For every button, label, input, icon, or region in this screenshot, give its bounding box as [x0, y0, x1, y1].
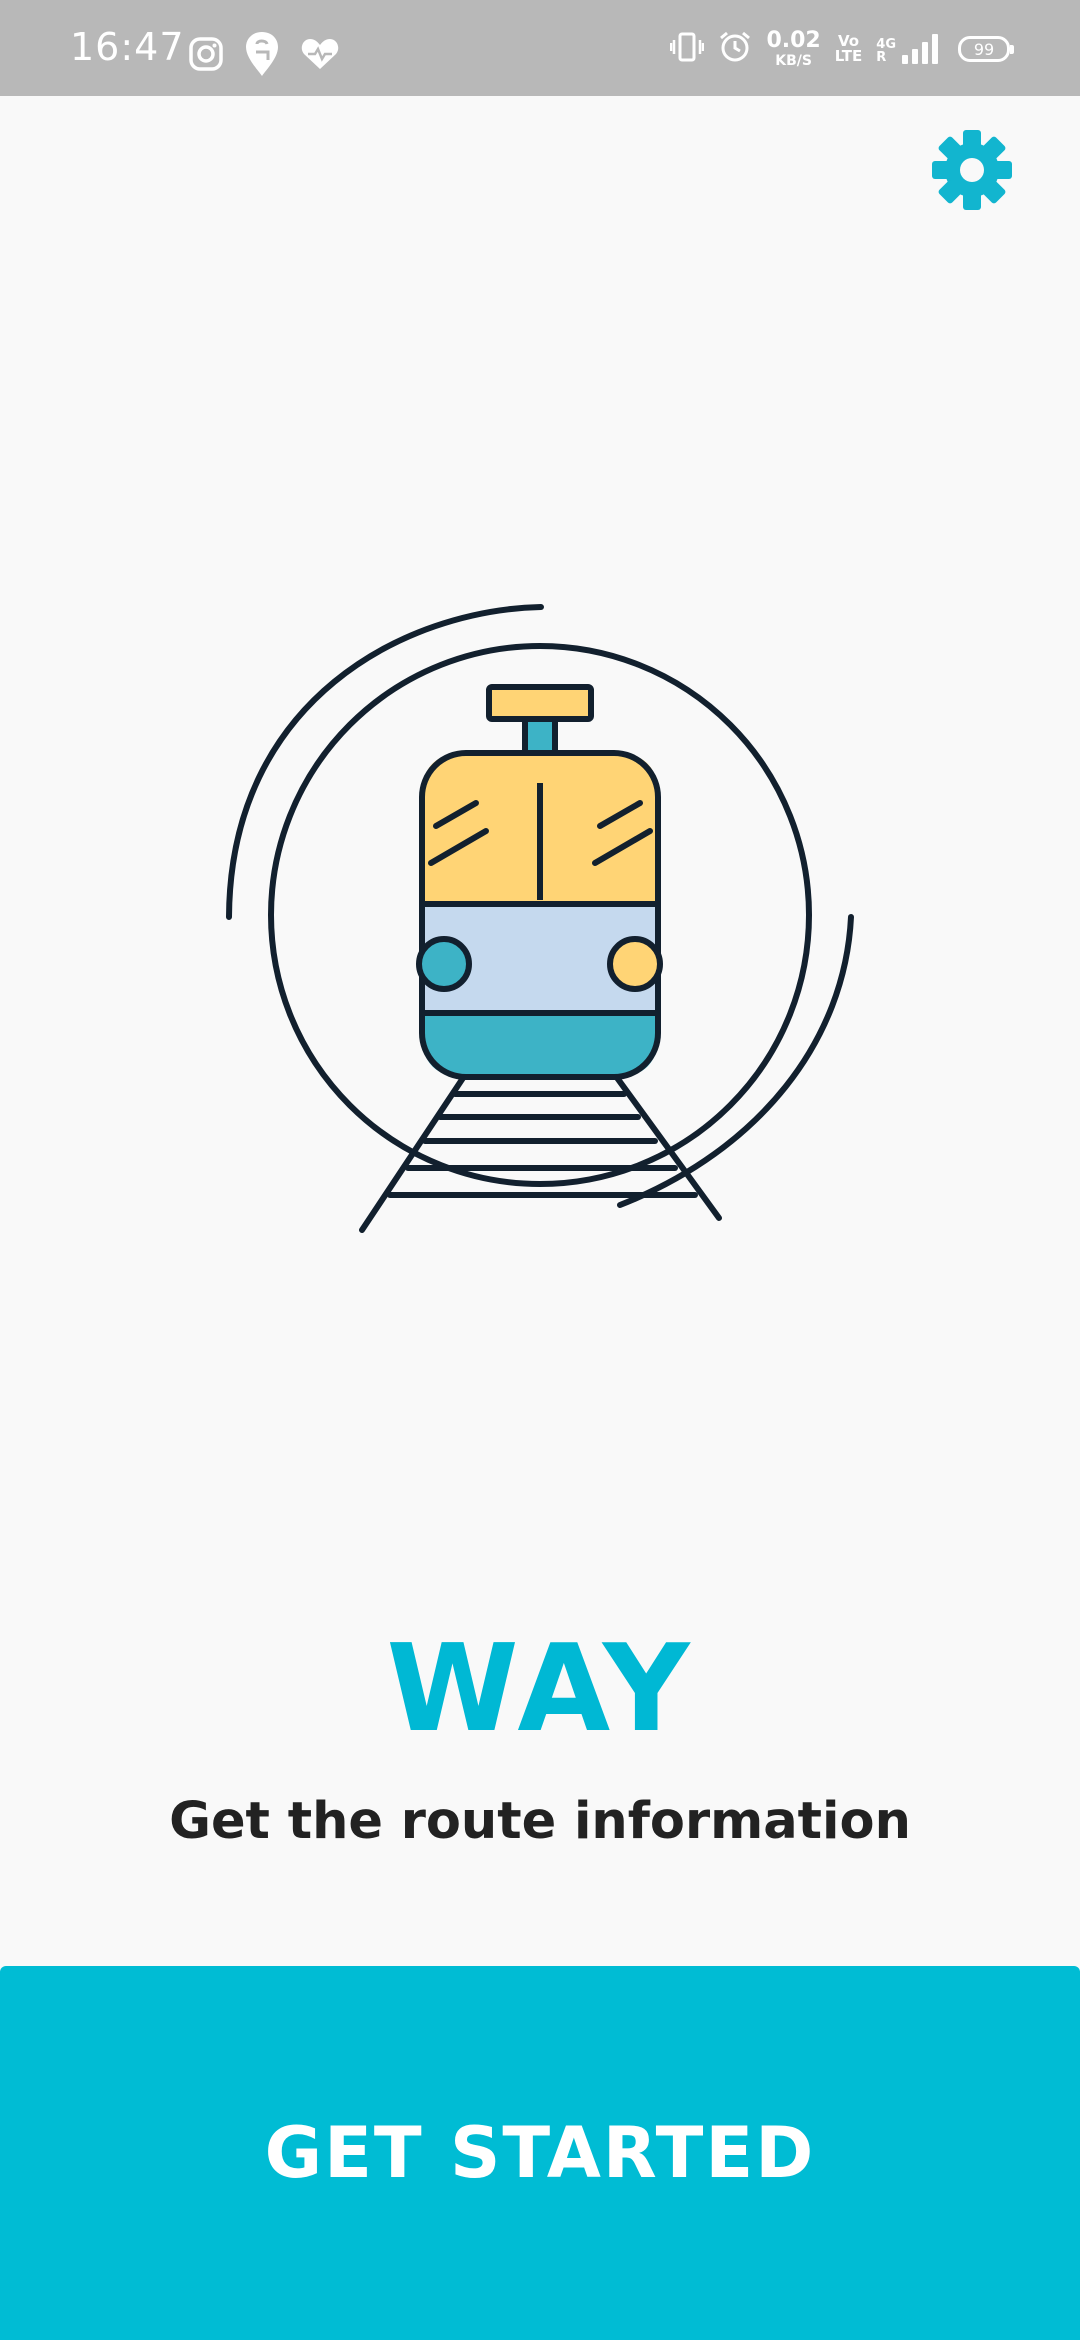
vibrate-icon	[670, 32, 705, 66]
volte-indicator: Vo LTE	[835, 34, 863, 64]
battery-level: 99	[973, 39, 995, 59]
tagline: Get the route information	[169, 1792, 911, 1851]
swiggy-icon	[244, 30, 280, 82]
volte-bottom-label: LTE	[834, 47, 863, 65]
network-speed-unit: KB/S	[775, 53, 812, 69]
system-status-icons: 0.02 KB/S Vo LTE 4G R 99	[670, 24, 1014, 74]
app-title: WAY	[386, 1620, 694, 1759]
signal-icon: 4G R	[876, 34, 938, 64]
battery-icon: 99	[958, 36, 1014, 62]
instagram-icon	[188, 36, 224, 76]
notification-icons	[188, 30, 340, 82]
welcome-screen: 16:47 0.02 KB/S Vo LTE 4G R 99 WAY Get t…	[0, 0, 1080, 2340]
gear-icon	[930, 128, 1014, 216]
roaming-label: R	[876, 50, 887, 65]
network-speed: 0.02 KB/S	[766, 28, 821, 69]
get-started-button[interactable]: GET STARTED	[0, 1966, 1080, 2340]
get-started-label: GET STARTED	[264, 2112, 816, 2194]
health-heart-icon	[300, 37, 340, 75]
status-time: 16:47	[70, 25, 185, 69]
status-bar: 16:47 0.02 KB/S Vo LTE 4G R 99	[0, 0, 1080, 96]
network-speed-value: 0.02	[766, 28, 821, 53]
settings-button[interactable]	[928, 128, 1016, 216]
alarm-icon	[718, 30, 752, 68]
train-icon	[200, 590, 880, 1250]
